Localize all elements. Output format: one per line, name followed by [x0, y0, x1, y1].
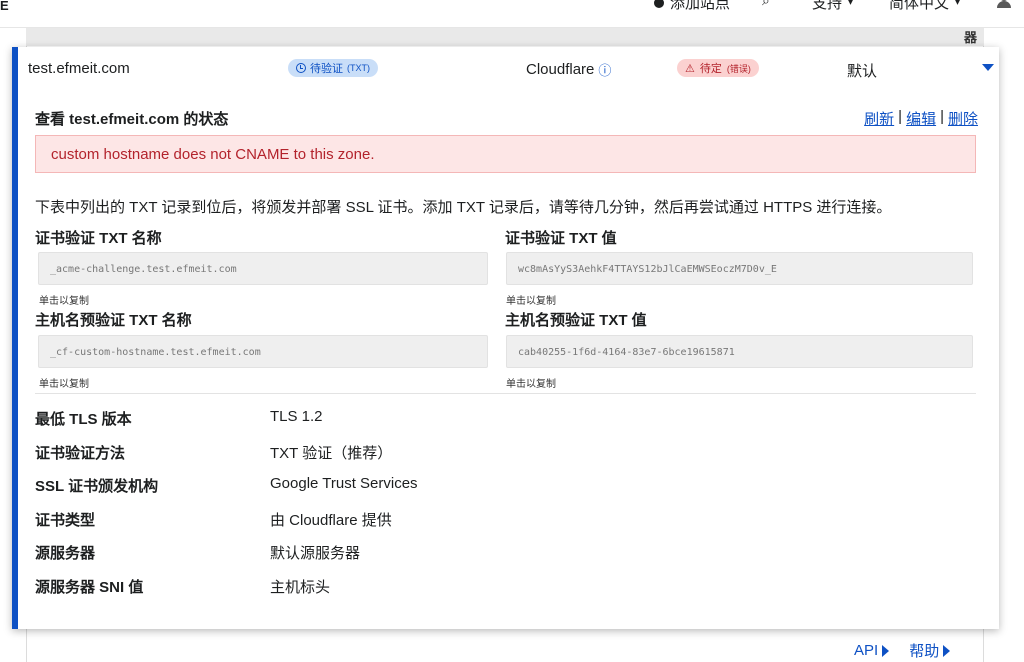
origin-server-value: 默认源服务器 — [270, 545, 361, 562]
host-txt-name-label: 主机名预验证 TXT 名称 — [35, 312, 192, 329]
action-separator: | — [940, 108, 944, 125]
origin-sni-label: 源服务器 SNI 值 — [35, 579, 144, 596]
plus-circle-icon — [654, 0, 664, 8]
origin-server-label: 源服务器 — [35, 545, 96, 562]
info-icon[interactable]: ⓘ — [598, 60, 611, 79]
help-link[interactable]: 帮助 — [909, 640, 951, 661]
cert-status-badge: 待验证 (TXT) — [288, 59, 378, 77]
hostname-status-badge: ⚠ 待定 (错误) — [677, 59, 759, 77]
host-txt-value-field[interactable]: cab40255-1f6d-4164-83e7-6bce19615871 — [506, 335, 973, 368]
delete-link[interactable]: 删除 — [948, 108, 978, 129]
cert-txt-name-field[interactable]: _acme-challenge.test.efmeit.com — [38, 252, 488, 285]
warning-icon: ⚠ — [685, 62, 695, 75]
validation-method-value: TXT 验证（推荐） — [270, 445, 393, 462]
table-header — [26, 28, 984, 46]
table-header-cell: 器 — [964, 30, 978, 45]
cert-txt-value-field[interactable]: wc8mAsYyS3AehkF4TTAYS12bJlCaEMWSEoczM7D0… — [506, 252, 973, 285]
validation-method-label: 证书验证方法 — [35, 445, 126, 462]
support-label: 支持 — [812, 0, 843, 12]
cert-status-label: 待验证 — [310, 63, 343, 75]
hostname-status-detail: (错误) — [726, 63, 751, 74]
add-site-button[interactable]: 添加站点 — [654, 0, 730, 13]
user-icon-body — [997, 1, 1011, 8]
chevron-down-icon: ▾ — [848, 0, 854, 8]
panel-actions: 刷新 | 编辑 | 删除 — [864, 108, 978, 129]
cdn-provider-label: Cloudflare — [526, 61, 595, 78]
caret-right-icon — [882, 644, 890, 657]
cert-txt-name-label: 证书验证 TXT 名称 — [35, 230, 162, 247]
divider — [35, 393, 976, 394]
language-menu[interactable]: 简体中文 ▾ — [889, 0, 960, 13]
cert-txt-value-label: 证书验证 TXT 值 — [505, 230, 617, 247]
origin-server: 默认 — [847, 63, 878, 80]
support-menu[interactable]: 支持 ▾ — [812, 0, 853, 13]
host-txt-value-label: 主机名预验证 TXT 值 — [505, 312, 647, 329]
refresh-link[interactable]: 刷新 — [864, 108, 894, 129]
language-label: 简体中文 — [889, 0, 950, 12]
min-tls-label: 最低 TLS 版本 — [35, 411, 132, 428]
footer-links: API 帮助 — [854, 640, 951, 661]
hostname: test.efmeit.com — [28, 60, 130, 77]
edit-link[interactable]: 编辑 — [906, 108, 936, 129]
min-tls-value: TLS 1.2 — [270, 408, 323, 425]
certificate-authority-value: Google Trust Services — [270, 475, 418, 492]
certificate-authority-label: SSL 证书颁发机构 — [35, 478, 159, 495]
copy-hint: 单击以复制 — [506, 379, 556, 390]
hostname-row[interactable]: test.efmeit.com 待验证 (TXT) Cloudflare ⓘ ⚠… — [18, 47, 999, 87]
copy-hint: 单击以复制 — [39, 296, 89, 307]
logo[interactable]: E — [0, 0, 9, 13]
copy-hint: 单击以复制 — [39, 379, 89, 390]
help-link-label: 帮助 — [909, 643, 940, 660]
instructions-text: 下表中列出的 TXT 记录到位后，将颁发并部署 SSL 证书。添加 TXT 记录… — [35, 199, 892, 216]
chevron-down-icon: ▾ — [955, 0, 961, 8]
hostname-detail-card: test.efmeit.com 待验证 (TXT) Cloudflare ⓘ ⚠… — [12, 47, 999, 629]
error-alert: custom hostname does not CNAME to this z… — [35, 135, 976, 173]
api-link-label: API — [854, 642, 879, 659]
caret-right-icon — [943, 644, 951, 657]
search-icon[interactable]: ⌕ — [762, 0, 770, 9]
api-link[interactable]: API — [854, 640, 890, 661]
hostname-status-label: 待定 — [699, 63, 722, 75]
action-separator: | — [898, 108, 903, 125]
top-navigation: E 添加站点 ⌕ 支持 ▾ 简体中文 ▾ — [0, 0, 1024, 28]
add-site-label: 添加站点 — [670, 0, 731, 12]
panel-title: 查看 test.efmeit.com 的状态 — [35, 111, 229, 128]
cdn-provider: Cloudflare ⓘ — [526, 60, 611, 79]
cert-status-method: (TXT) — [347, 63, 370, 73]
certificate-type-label: 证书类型 — [35, 512, 96, 529]
collapse-caret-icon[interactable] — [982, 64, 994, 71]
clock-icon — [296, 63, 306, 73]
copy-hint: 单击以复制 — [506, 296, 556, 307]
host-txt-name-field[interactable]: _cf-custom-hostname.test.efmeit.com — [38, 335, 488, 368]
origin-sni-value: 主机标头 — [270, 579, 331, 596]
certificate-type-value: 由 Cloudflare 提供 — [270, 512, 392, 529]
user-icon[interactable] — [996, 0, 1012, 8]
